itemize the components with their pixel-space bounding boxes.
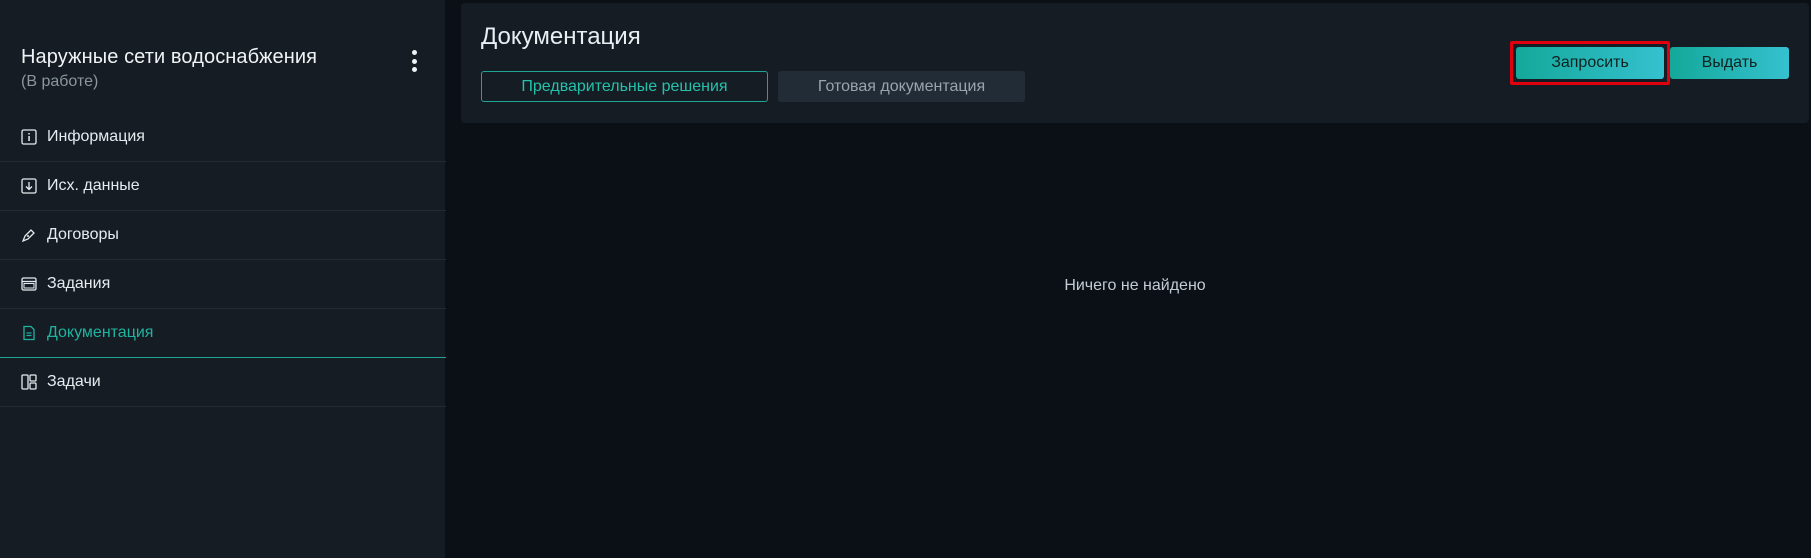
sidebar-item-documentation[interactable]: Документация bbox=[0, 309, 446, 358]
project-title: Наружные сети водоснабжения bbox=[21, 46, 318, 68]
sidebar-item-tasks-assignments[interactable]: Задания bbox=[0, 260, 446, 309]
documentation-header: Документация Предварительные решения Гот… bbox=[461, 3, 1809, 123]
document-icon bbox=[21, 325, 37, 341]
sidebar-item-label: Информация bbox=[47, 128, 145, 145]
sidebar-item-tasks[interactable]: Задачи bbox=[0, 358, 446, 407]
info-icon bbox=[21, 129, 37, 145]
sidebar-item-contracts[interactable]: Договоры bbox=[0, 211, 446, 260]
tab-ready-documentation[interactable]: Готовая документация bbox=[778, 71, 1025, 102]
download-icon bbox=[21, 178, 37, 194]
layout-icon bbox=[21, 374, 37, 390]
sidebar-item-info[interactable]: Информация bbox=[0, 113, 446, 162]
page-title: Документация bbox=[481, 23, 641, 50]
sidebar-item-label: Задания bbox=[47, 275, 111, 292]
tab-preliminary-solutions[interactable]: Предварительные решения bbox=[481, 71, 768, 102]
project-header: Наружные сети водоснабжения (В работе) bbox=[21, 46, 431, 91]
pen-icon bbox=[21, 227, 37, 243]
issue-button[interactable]: Выдать bbox=[1670, 47, 1789, 79]
sidebar-nav: Информация Исх. данные Договоры Задания … bbox=[0, 113, 446, 407]
sidebar: Наружные сети водоснабжения (В работе) И… bbox=[0, 0, 446, 558]
empty-state-message: Ничего не найдено bbox=[1064, 277, 1206, 294]
sidebar-item-label: Задачи bbox=[47, 373, 101, 390]
request-button[interactable]: Запросить bbox=[1516, 47, 1664, 79]
sidebar-item-label: Документация bbox=[47, 324, 154, 341]
sidebar-item-label: Договоры bbox=[47, 226, 119, 243]
sidebar-item-source-data[interactable]: Исх. данные bbox=[0, 162, 446, 211]
project-status: (В работе) bbox=[21, 73, 99, 90]
sidebar-item-label: Исх. данные bbox=[47, 177, 140, 194]
more-options-icon[interactable] bbox=[404, 48, 424, 74]
window-icon bbox=[21, 276, 37, 292]
